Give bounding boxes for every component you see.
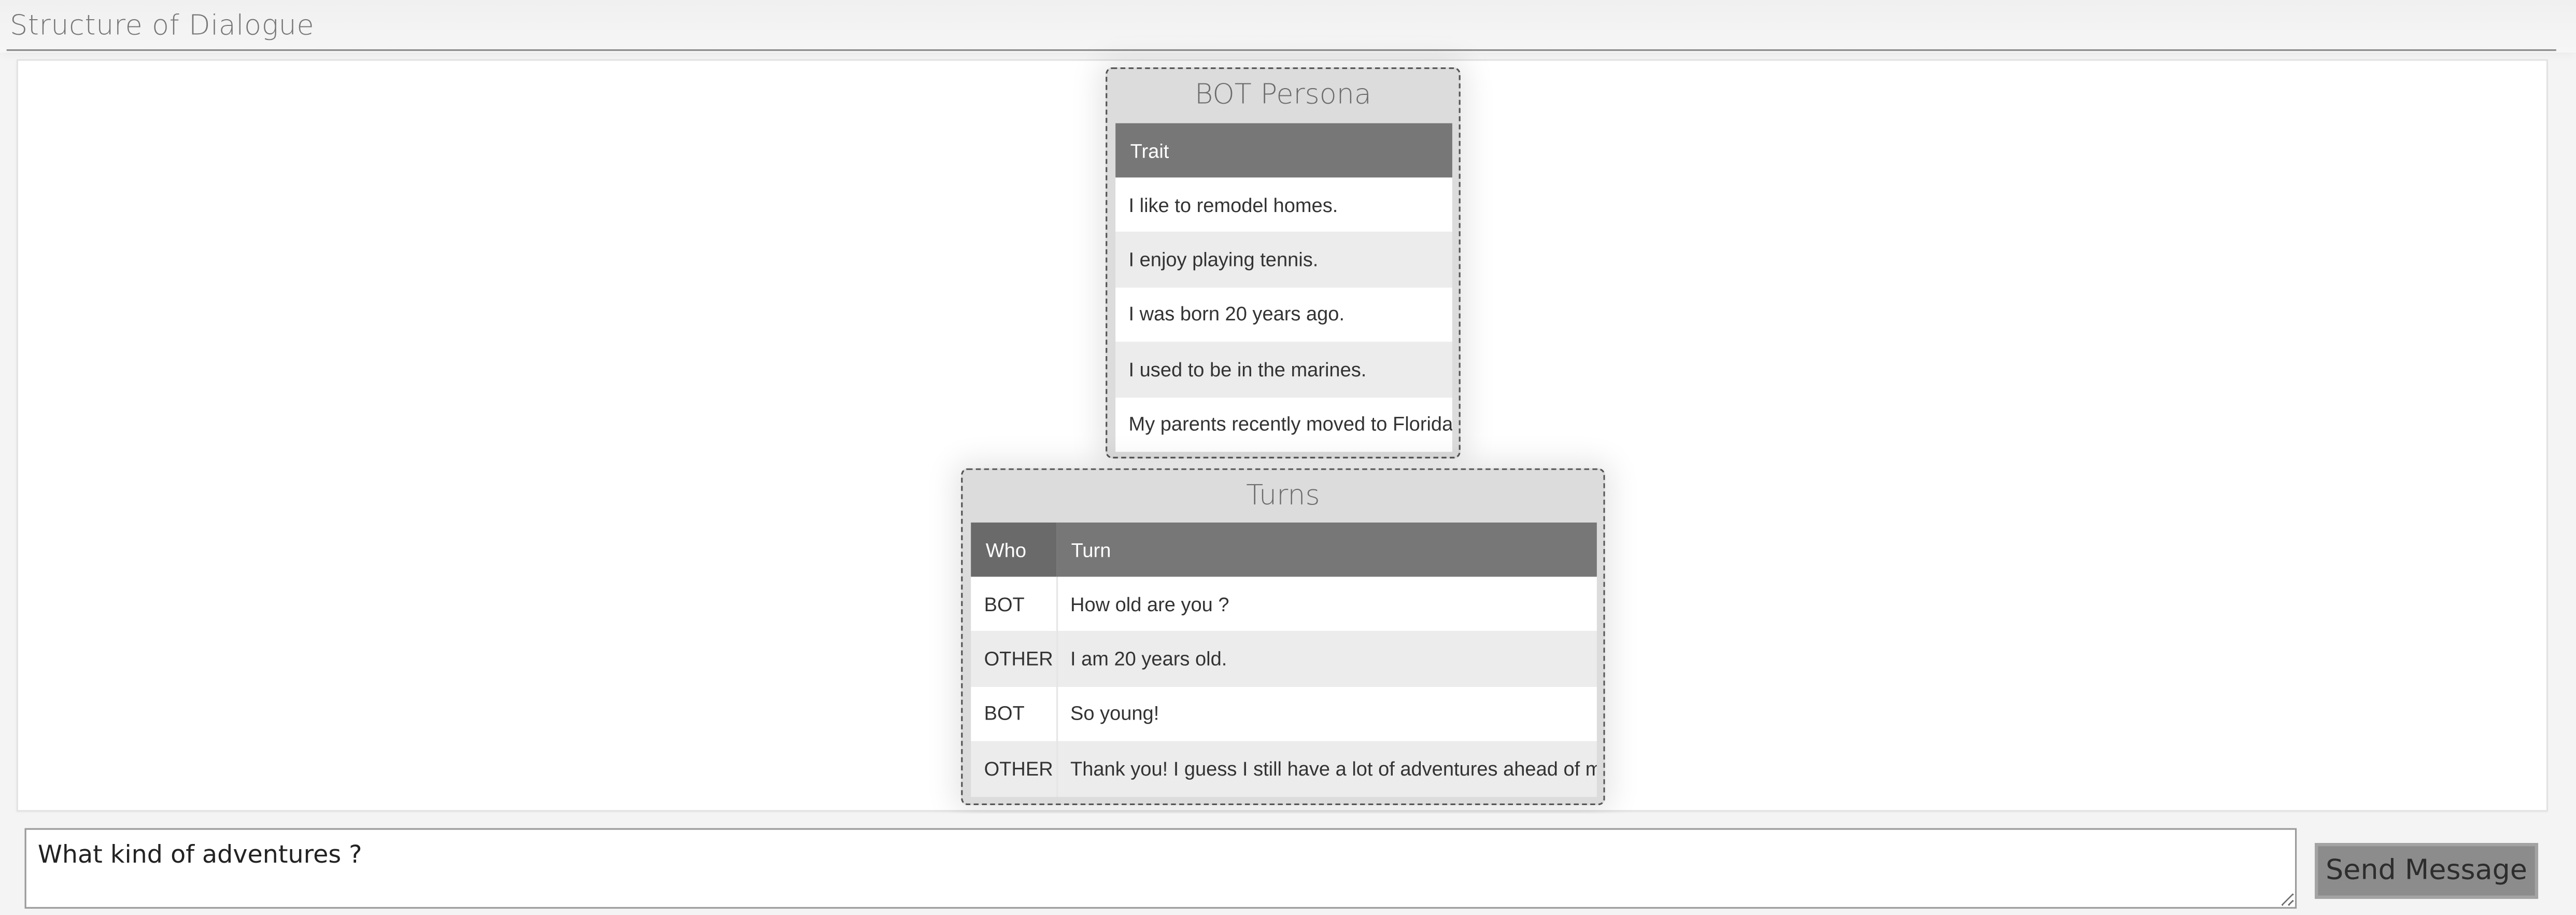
page-header: Structure of Dialogue <box>0 0 2576 53</box>
persona-header-row: Trait <box>1115 123 1452 178</box>
composer-bar: What kind of adventures ? Send Message <box>0 813 2576 915</box>
trait-cell: I like to remodel homes. <box>1115 177 1452 233</box>
turns-header-row: Who Turn <box>971 522 1597 577</box>
turn-row: BOT So young! <box>971 686 1597 742</box>
bot-persona-panel: BOT Persona Trait I like to remodel home… <box>1106 67 1461 459</box>
trait-cell: My parents recently moved to Florida. <box>1115 397 1452 452</box>
turn-column-header: Turn <box>1056 522 1597 577</box>
page-title: Structure of Dialogue <box>10 10 315 43</box>
turns-table: Who Turn BOT How old are you ? OTHER I a… <box>971 522 1597 796</box>
utterance-cell: How old are you ? <box>1056 576 1597 632</box>
turns-panel: Turns Who Turn BOT How old are you ? OTH… <box>961 468 1605 806</box>
utterance-cell: So young! <box>1056 686 1597 742</box>
persona-trait-row: I used to be in the marines. <box>1115 342 1452 397</box>
speaker-cell: OTHER <box>971 631 1057 687</box>
header-divider <box>6 49 2556 51</box>
turn-row: OTHER Thank you! I guess I still have a … <box>971 741 1597 796</box>
utterance-cell: I am 20 years old. <box>1056 631 1597 687</box>
trait-cell: I enjoy playing tennis. <box>1115 232 1452 287</box>
turns-title: Turns <box>1246 480 1320 513</box>
turn-row: BOT How old are you ? <box>971 576 1597 632</box>
turn-row: OTHER I am 20 years old. <box>971 631 1597 687</box>
trait-cell: I used to be in the marines. <box>1115 342 1452 397</box>
speaker-cell: OTHER <box>971 741 1057 796</box>
persona-trait-row: I enjoy playing tennis. <box>1115 232 1452 287</box>
message-input[interactable]: What kind of adventures ? <box>24 828 2297 909</box>
who-column-header: Who <box>971 522 1057 577</box>
trait-column-header: Trait <box>1115 123 1452 178</box>
persona-table: Trait I like to remodel homes. I enjoy p… <box>1115 123 1452 452</box>
utterance-cell: Thank you! I guess I still have a lot of… <box>1056 741 1597 796</box>
app-root: Structure of Dialogue BOT Persona Trait … <box>0 0 2576 915</box>
persona-trait-row: My parents recently moved to Florida. <box>1115 397 1452 452</box>
speaker-cell: BOT <box>971 576 1057 632</box>
bot-persona-title: BOT Persona <box>1194 79 1371 112</box>
trait-cell: I was born 20 years ago. <box>1115 287 1452 342</box>
send-message-button[interactable]: Send Message <box>2314 843 2539 899</box>
persona-trait-row: I was born 20 years ago. <box>1115 287 1452 342</box>
persona-trait-row: I like to remodel homes. <box>1115 177 1452 233</box>
speaker-cell: BOT <box>971 686 1057 742</box>
